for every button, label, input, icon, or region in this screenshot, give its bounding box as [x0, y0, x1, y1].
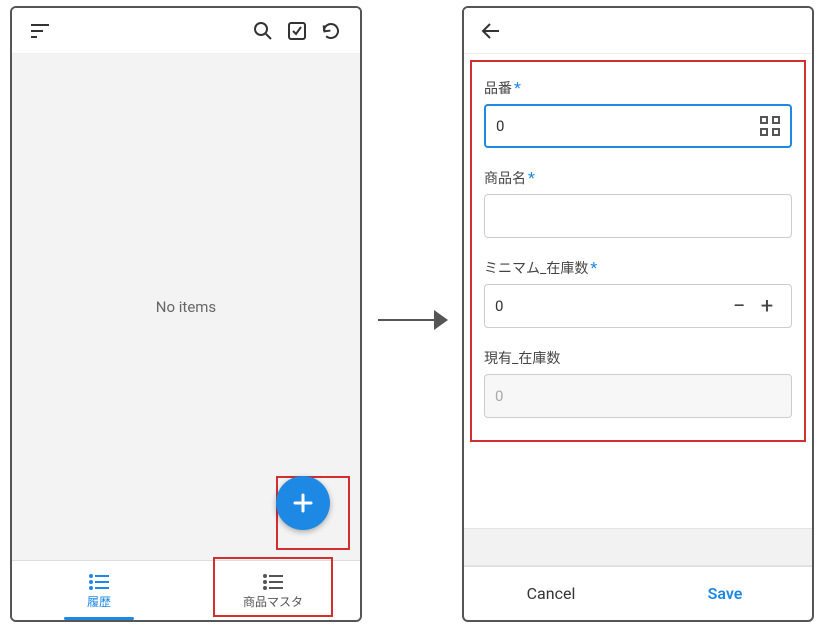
min-stock-input[interactable]: 0 − +	[484, 284, 792, 328]
list-icon	[263, 571, 283, 593]
form-body: 品番* 0 商品名* ミニマム_在庫数* 0 − +	[464, 54, 812, 508]
bottom-tabs: 履歴 商品マスタ	[12, 560, 360, 620]
tab-label: 商品マスタ	[243, 593, 303, 610]
search-icon[interactable]	[246, 14, 280, 48]
flow-arrow	[378, 310, 448, 330]
back-button[interactable]	[474, 14, 508, 48]
tab-history[interactable]: 履歴	[12, 561, 186, 620]
list-screen: No items 履歴 商品マスタ	[10, 6, 362, 622]
tab-label: 履歴	[87, 593, 111, 610]
decrement-button[interactable]: −	[725, 292, 753, 320]
field-label-code: 品番*	[484, 78, 792, 98]
current-stock-input: 0	[484, 374, 792, 418]
footer-spacer	[464, 528, 812, 566]
sort-icon[interactable]	[24, 14, 58, 48]
field-label-min: ミニマム_在庫数*	[484, 258, 792, 278]
add-button[interactable]	[276, 476, 330, 530]
increment-button[interactable]: +	[753, 292, 781, 320]
form-highlight: 品番* 0 商品名* ミニマム_在庫数* 0 − +	[470, 60, 806, 442]
list-body: No items	[12, 54, 360, 560]
required-star: *	[514, 78, 521, 97]
scan-icon[interactable]	[760, 116, 780, 136]
action-bar: Cancel Save	[464, 566, 812, 620]
top-bar	[12, 8, 360, 54]
form-screen: 品番* 0 商品名* ミニマム_在庫数* 0 − +	[462, 6, 814, 622]
fab-highlight	[276, 476, 350, 550]
cancel-button[interactable]: Cancel	[464, 567, 638, 620]
required-star: *	[590, 258, 597, 277]
select-icon[interactable]	[280, 14, 314, 48]
required-star: *	[528, 168, 535, 187]
tab-product-master[interactable]: 商品マスタ	[186, 561, 360, 620]
save-button[interactable]: Save	[638, 567, 812, 620]
code-input[interactable]: 0	[484, 104, 792, 148]
field-label-name: 商品名*	[484, 168, 792, 188]
active-tab-indicator	[64, 617, 134, 620]
top-bar	[464, 8, 812, 54]
refresh-icon[interactable]	[314, 14, 348, 48]
empty-state-text: No items	[156, 298, 216, 316]
name-input[interactable]	[484, 194, 792, 238]
list-icon	[89, 571, 109, 593]
field-label-stock: 現有_在庫数	[484, 348, 792, 368]
